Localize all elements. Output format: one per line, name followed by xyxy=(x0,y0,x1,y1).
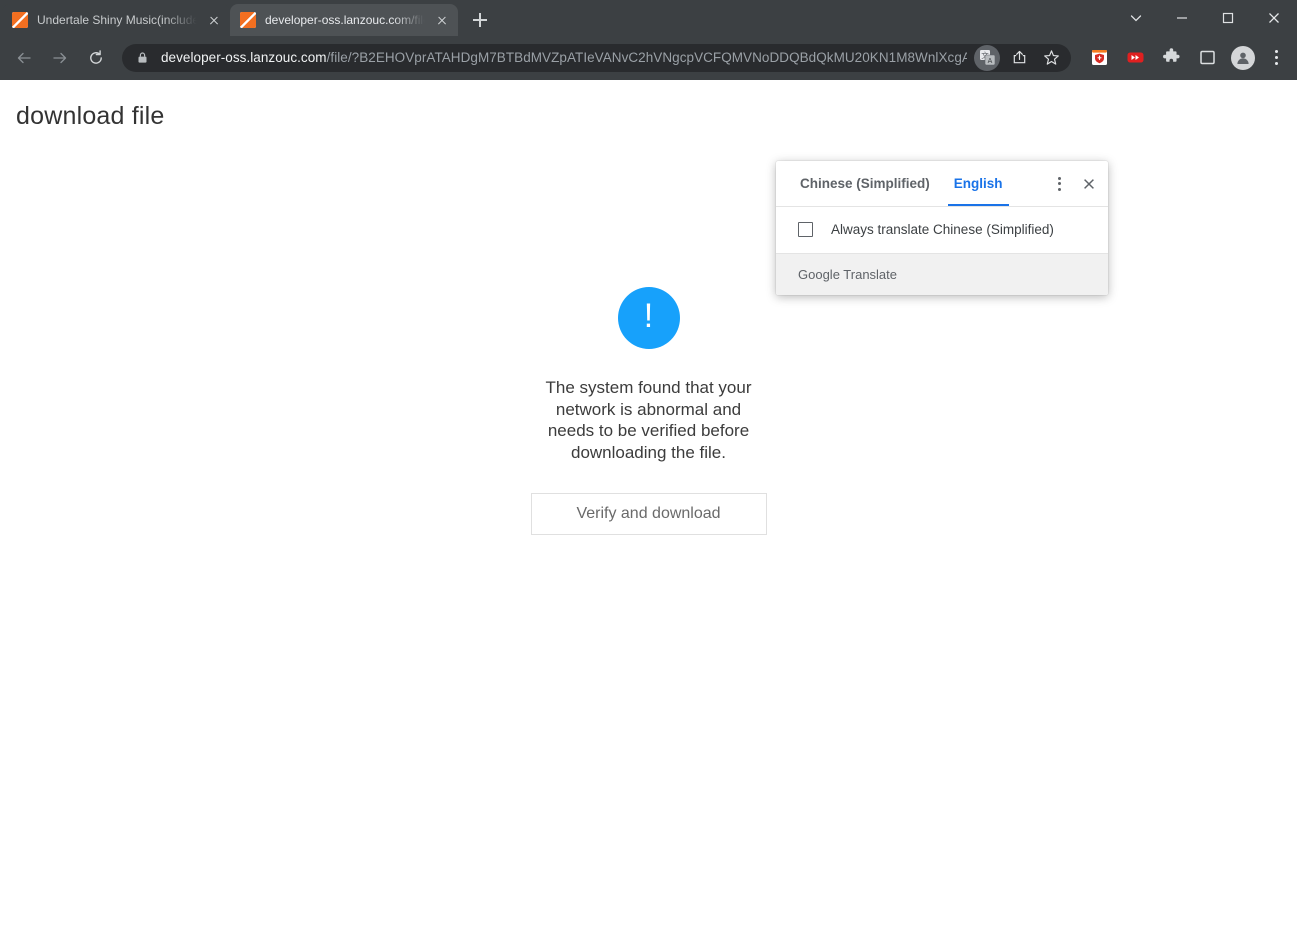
exclamation-mark: ! xyxy=(643,297,654,335)
verify-and-download-button[interactable]: Verify and download xyxy=(530,493,767,535)
tab-undertale-shiny-music[interactable]: Undertale Shiny Music(include s xyxy=(2,4,230,36)
header-spacer xyxy=(1015,161,1044,206)
translate-options-three-dot-icon[interactable] xyxy=(1044,161,1074,206)
side-panel-icon[interactable] xyxy=(1193,44,1221,72)
back-arrow-icon[interactable] xyxy=(9,43,39,73)
forward-arrow-icon[interactable] xyxy=(45,43,75,73)
url-host: developer-oss.lanzouc.com xyxy=(161,50,327,65)
tab-title: Undertale Shiny Music(include s xyxy=(37,13,200,27)
browser-window: Undertale Shiny Music(include s develope… xyxy=(0,0,1297,926)
tab-developer-oss-lanzouc[interactable]: developer-oss.lanzouc.com/file/ xyxy=(230,4,458,36)
svg-text:A: A xyxy=(987,58,992,65)
omnibox-action-icons: 文 A xyxy=(971,44,1067,71)
bookmark-star-icon[interactable] xyxy=(1038,45,1064,71)
minimize-icon[interactable] xyxy=(1159,0,1205,36)
window-controls xyxy=(1113,0,1297,36)
close-icon[interactable] xyxy=(1251,0,1297,36)
google-brand-text: Google xyxy=(798,267,840,282)
browser-toolbar: developer-oss.lanzouc.com/file/?B2EHOVpr… xyxy=(0,36,1297,80)
lock-icon xyxy=(136,51,149,64)
tab-title: developer-oss.lanzouc.com/file/ xyxy=(265,13,428,27)
share-icon[interactable] xyxy=(1006,45,1032,71)
always-translate-checkbox[interactable] xyxy=(798,222,813,237)
verification-block: ! The system found that your network is … xyxy=(0,287,1297,535)
profile-avatar-icon[interactable] xyxy=(1231,45,1255,70)
tab-close-icon[interactable] xyxy=(432,10,452,30)
maximize-icon[interactable] xyxy=(1205,0,1251,36)
tab-close-icon[interactable] xyxy=(204,10,224,30)
exclamation-circle-icon: ! xyxy=(617,287,680,349)
three-dot-menu-icon[interactable] xyxy=(1263,44,1289,72)
translate-product-text: Translate xyxy=(839,267,898,282)
translate-popup-footer: Google Translate xyxy=(776,253,1108,295)
three-dot-glyph xyxy=(1057,176,1061,191)
translate-popup-close-icon[interactable] xyxy=(1074,161,1104,206)
new-tab-button[interactable] xyxy=(466,6,494,34)
translate-tab-target-language[interactable]: English xyxy=(942,161,1015,206)
tab-favicon-icon xyxy=(240,12,256,28)
warning-message: The system found that your network is ab… xyxy=(545,378,752,462)
url-text: developer-oss.lanzouc.com/file/?B2EHOVpr… xyxy=(161,50,967,65)
translate-popup-header: Chinese (Simplified) English xyxy=(776,161,1108,207)
reload-icon[interactable] xyxy=(81,43,111,73)
tab-favicon-icon xyxy=(12,12,28,28)
page-title: download file xyxy=(16,102,165,130)
tab-search-chevron-down-icon[interactable] xyxy=(1113,0,1159,36)
puzzle-extensions-icon[interactable] xyxy=(1157,44,1185,72)
shield-extension-icon[interactable] xyxy=(1085,44,1113,72)
translate-icon[interactable]: 文 A xyxy=(974,44,1000,71)
extension-icons xyxy=(1081,44,1225,72)
google-translate-popup: Chinese (Simplified) English Always tran… xyxy=(776,161,1108,295)
translate-popup-body: Always translate Chinese (Simplified) xyxy=(776,207,1108,253)
address-bar[interactable]: developer-oss.lanzouc.com/file/?B2EHOVpr… xyxy=(122,43,1071,72)
always-translate-label: Always translate Chinese (Simplified) xyxy=(831,222,1054,237)
url-path: /file/?B2EHOVprATAHDgM7BTBdMVZpATIeVANvC… xyxy=(326,50,967,65)
video-speed-extension-icon[interactable] xyxy=(1121,44,1149,72)
page-content: download file ! The system found that yo… xyxy=(0,80,1297,926)
tab-strip: Undertale Shiny Music(include s develope… xyxy=(0,0,1297,36)
translate-tab-source-language[interactable]: Chinese (Simplified) xyxy=(788,161,942,206)
